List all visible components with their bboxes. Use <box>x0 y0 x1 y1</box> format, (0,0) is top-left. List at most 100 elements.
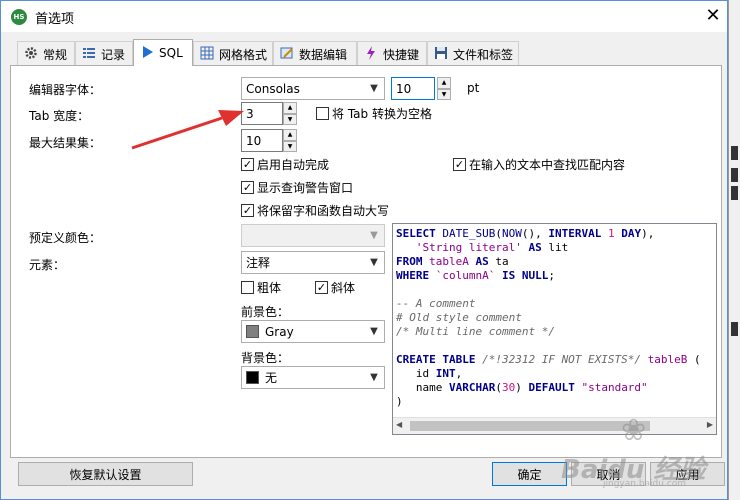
list-icon <box>81 46 97 62</box>
background-color-value: 无 <box>265 371 278 385</box>
save-icon <box>433 46 449 62</box>
sql-token: , <box>455 367 463 380</box>
sql-line: # Old style comment <box>396 311 714 325</box>
sql-token: ta <box>495 255 509 268</box>
paw-icon: ❀ <box>621 413 647 448</box>
close-button[interactable]: ✕ <box>701 5 725 27</box>
window-title: 首选项 <box>35 12 75 27</box>
tab-label: 网格格式 <box>219 47 268 62</box>
sql-line: id INT, <box>396 367 714 381</box>
font-size-up-button[interactable]: ▲ <box>437 77 451 89</box>
sql-token: lit <box>548 241 569 254</box>
sql-token: ; <box>548 269 555 282</box>
tab-label: 快捷键 <box>383 47 420 62</box>
tab-data-edit[interactable]: 数据编辑 <box>273 41 357 66</box>
background-text-fragment <box>731 146 738 160</box>
background-color-select[interactable]: 无 ▼ <box>241 366 385 389</box>
checkbox-box <box>241 281 254 294</box>
sql-token: /*!32312 IF NOT EXISTS*/ <box>482 353 648 366</box>
edit-icon <box>279 46 295 62</box>
font-size-input[interactable]: 10 <box>391 77 435 100</box>
tab-width-up-button[interactable]: ▲ <box>283 102 297 114</box>
element-select[interactable]: 注释 ▼ <box>241 251 385 274</box>
sql-token: # Old style comment <box>396 311 522 324</box>
sql-line: -- A comment <box>396 297 714 311</box>
annotation-arrow-icon <box>131 110 244 150</box>
checkbox-label: 在输入的文本中查找匹配内容 <box>469 158 626 172</box>
tab-files-tabs[interactable]: 文件和标签 <box>427 41 519 66</box>
sql-token: tableB <box>647 353 688 366</box>
predefined-color-select[interactable]: ▼ <box>241 224 385 247</box>
element-label: 元素： <box>29 258 66 272</box>
font-select[interactable]: Consolas ▼ <box>241 77 385 100</box>
sql-token: CREATE TABLE <box>396 353 483 366</box>
sql-token: 30 <box>501 381 516 394</box>
tab-to-space-checkbox[interactable]: 将 Tab 转换为空格 <box>316 105 432 122</box>
app-icon: HS <box>11 9 27 25</box>
foreground-color-select[interactable]: Gray ▼ <box>241 320 385 343</box>
auto-uppercase-checkbox[interactable]: ✓ 将保留字和函数自动大写 <box>241 202 389 219</box>
chevron-down-icon: ▼ <box>370 83 378 94</box>
sql-token: NOW <box>501 227 522 240</box>
sql-line <box>396 339 714 353</box>
tab-shortcuts[interactable]: 快捷键 <box>357 41 427 66</box>
sql-preview-box[interactable]: SELECT DATE_SUB(NOW(), INTERVAL 1 DAY), … <box>392 223 717 435</box>
play-icon <box>139 45 155 61</box>
watermark-url: jingyan.baidu.com <box>603 479 687 489</box>
sql-token: id <box>396 367 436 380</box>
preferences-dialog: HS 首选项 ✕ 常规 记录 SQL 网格格式 数据编辑 快捷键 文件和标签 编… <box>0 0 728 500</box>
sql-line <box>396 283 714 297</box>
foreground-color-label: 前景色： <box>241 305 290 319</box>
max-results-value: 10 <box>246 133 262 148</box>
checkbox-label: 启用自动完成 <box>257 158 330 172</box>
font-select-value: Consolas <box>246 81 300 96</box>
bold-checkbox[interactable]: 粗体 <box>241 279 281 296</box>
font-size-down-button[interactable]: ▼ <box>437 89 451 100</box>
sql-token: ) <box>515 381 529 394</box>
checkbox-box: ✓ <box>315 281 328 294</box>
max-results-down-button[interactable]: ▼ <box>283 141 297 152</box>
scroll-left-icon[interactable]: ◀ <box>396 420 402 429</box>
tab-width-value: 3 <box>246 106 254 121</box>
sql-token: ), <box>641 227 655 240</box>
background-color-label: 背景色： <box>241 351 290 365</box>
sql-token: -- A comment <box>396 297 476 310</box>
max-results-up-button[interactable]: ▲ <box>283 129 297 141</box>
background-window-strip <box>728 0 740 500</box>
ok-button[interactable]: 确定 <box>492 462 567 486</box>
tab-general[interactable]: 常规 <box>17 41 75 66</box>
checkbox-label: 粗体 <box>257 281 282 295</box>
tab-label: 文件和标签 <box>453 47 514 62</box>
find-match-checkbox[interactable]: ✓ 在输入的文本中查找匹配内容 <box>453 156 625 173</box>
max-results-input[interactable]: 10 <box>241 129 283 152</box>
background-text-fragment <box>731 186 738 200</box>
checkbox-label: 将保留字和函数自动大写 <box>257 204 390 218</box>
background-text-fragment <box>731 168 738 182</box>
reset-defaults-button[interactable]: 恢复默认设置 <box>18 462 193 486</box>
sql-token: `columnA` <box>435 269 496 282</box>
font-unit-label: pt <box>467 81 480 95</box>
tab-sql[interactable]: SQL <box>133 39 193 66</box>
tab-width-down-button[interactable]: ▼ <box>283 114 297 125</box>
watermark: ❀ Baidu 经验 jingyan.baidu.com <box>561 413 721 493</box>
autocomplete-checkbox[interactable]: ✓ 启用自动完成 <box>241 156 329 173</box>
sql-token: ( <box>687 353 701 366</box>
lightning-icon <box>363 46 379 62</box>
sql-token: ( <box>495 381 502 394</box>
tab-log[interactable]: 记录 <box>75 41 133 66</box>
italic-checkbox[interactable]: ✓ 斜体 <box>315 279 355 296</box>
sql-token: 1 <box>607 227 615 240</box>
tab-label: 常规 <box>43 47 68 62</box>
chevron-down-icon: ▼ <box>370 372 378 383</box>
query-warning-checkbox[interactable]: ✓ 显示查询警告窗口 <box>241 179 353 196</box>
checkbox-box: ✓ <box>453 158 466 171</box>
sql-line: WHERE `columnA` IS NULL; <box>396 269 714 283</box>
sql-line: SELECT DATE_SUB(NOW(), INTERVAL 1 DAY), <box>396 227 714 241</box>
sql-token: ) <box>396 395 403 408</box>
sql-token: 'String literal' <box>415 241 522 254</box>
checkbox-box <box>316 107 329 120</box>
tab-grid-format[interactable]: 网格格式 <box>193 41 273 66</box>
sql-token: (), <box>521 227 549 240</box>
tab-width-input[interactable]: 3 <box>241 102 283 125</box>
sql-token: FROM <box>396 255 430 268</box>
